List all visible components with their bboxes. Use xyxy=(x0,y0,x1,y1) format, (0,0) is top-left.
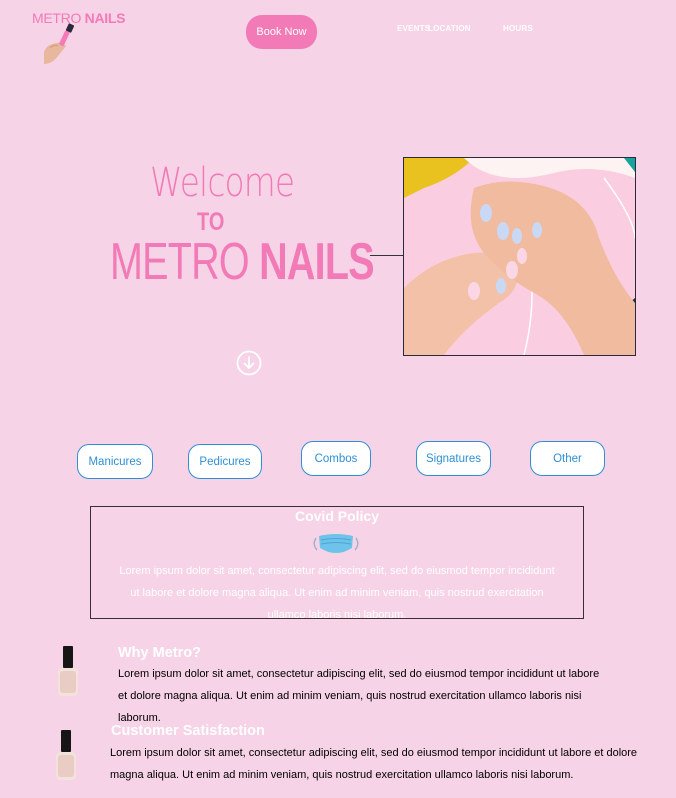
covid-line: Lorem ipsum dolor sit amet, consectetur … xyxy=(119,565,555,577)
category-other-button[interactable]: Other xyxy=(530,441,605,476)
nav-link-hours[interactable]: HOURS xyxy=(503,24,533,33)
customer-satisfaction-text: Lorem ipsum dolor sit amet, consectetur … xyxy=(110,742,676,786)
manicure-illustration xyxy=(404,158,635,355)
hero-manicure-photo xyxy=(403,157,636,356)
nav-link-location[interactable]: LOCATION xyxy=(428,24,471,33)
face-mask-icon xyxy=(313,534,359,553)
covid-policy-text: Lorem ipsum dolor sit amet, consectetur … xyxy=(100,560,574,626)
category-pedicures-button[interactable]: Pedicures xyxy=(188,444,262,479)
category-signatures-button[interactable]: Signatures xyxy=(416,441,491,476)
nail-polish-bottle-icon xyxy=(58,646,78,696)
covid-line: ullamco laboris nisi laborum. xyxy=(267,609,407,621)
why-line: Lorem ipsum dolor sit amet, consectetur … xyxy=(118,668,600,680)
why-line: et dolore magna aliqua. Ut enim ad minim… xyxy=(118,690,582,702)
hero-brand: METRO NAILS xyxy=(110,232,375,292)
arrow-down-circle-icon[interactable] xyxy=(236,350,262,376)
book-now-button[interactable]: Book Now xyxy=(246,15,317,49)
nail-polish-bottle-icon xyxy=(56,730,76,780)
hero-brand-light: METRO xyxy=(110,233,260,291)
category-manicures-button[interactable]: Manicures xyxy=(77,444,153,479)
customer-satisfaction-title: Customer Satisfaction xyxy=(111,723,265,739)
logo-bold: NAILS xyxy=(84,10,126,26)
category-combos-button[interactable]: Combos xyxy=(301,441,371,476)
covid-policy-title: Covid Policy xyxy=(294,508,380,524)
why-metro-text: Lorem ipsum dolor sit amet, consectetur … xyxy=(118,663,658,729)
covid-line: ut labore et dolore magna aliqua. Ut eni… xyxy=(130,587,544,599)
nav-link-events[interactable]: EVENTS xyxy=(397,24,430,33)
nail-polish-hand-icon[interactable] xyxy=(40,22,84,66)
satisfaction-line: Lorem ipsum dolor sit amet, consectetur … xyxy=(110,747,638,759)
hero-welcome: Welcome xyxy=(150,160,295,206)
satisfaction-line: magna aliqua. Ut enim ad minim veniam, q… xyxy=(110,769,574,781)
hero-brand-bold: NAILS xyxy=(259,233,375,291)
why-metro-title: Why Metro? xyxy=(118,645,201,661)
